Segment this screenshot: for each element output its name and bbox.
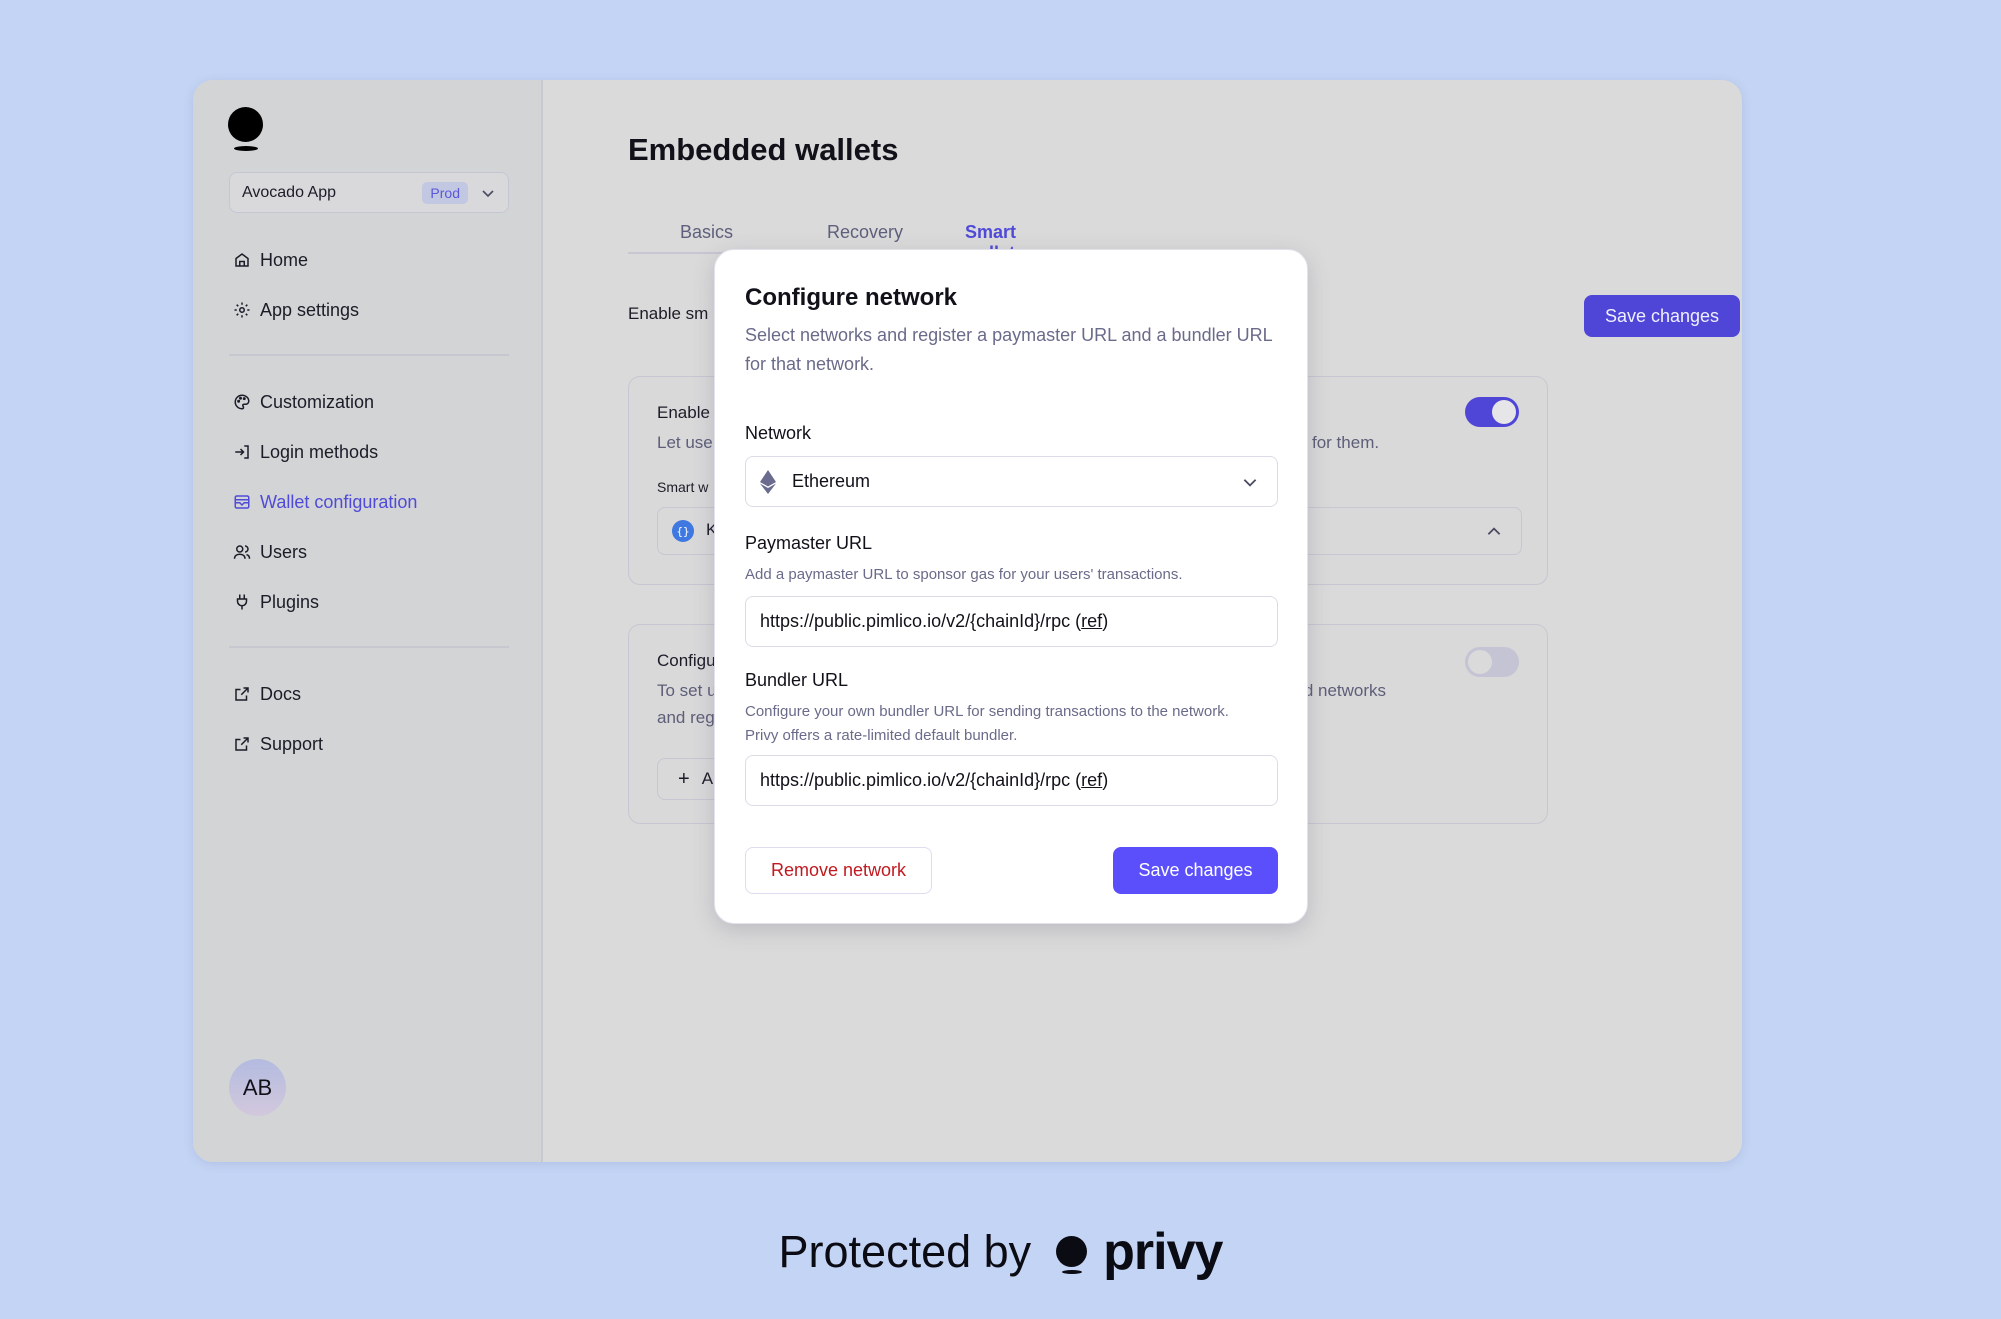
sidebar-item-wallet-configuration[interactable]: Wallet configuration: [233, 487, 417, 517]
network-label: Network: [745, 423, 812, 443]
modal-title: Configure network: [745, 284, 958, 311]
sidebar-divider: [229, 646, 509, 648]
environment-badge: Prod: [422, 181, 468, 204]
sidebar-item-label: Login methods: [260, 441, 379, 462]
smart-wallet-toggle[interactable]: [1465, 397, 1519, 427]
paymaster-url-field[interactable]: https://public.pimlico.io/v2/{chainId}/r…: [745, 596, 1278, 647]
sidebar-item-home[interactable]: Home: [233, 245, 308, 275]
footer-text: Protected by: [778, 1226, 1032, 1277]
sidebar-item-label: Home: [260, 249, 309, 270]
card-description-tail: for them.: [1312, 433, 1380, 452]
bundler-url-field[interactable]: https://public.pimlico.io/v2/{chainId}/r…: [745, 755, 1278, 806]
palette-icon: [234, 394, 250, 410]
bundler-url-suffix: ): [1102, 770, 1109, 790]
enable-smart-wallets-label: Enable sm: [628, 304, 709, 323]
plug-icon: [236, 594, 248, 610]
home-icon: [235, 253, 249, 267]
user-avatar[interactable]: AB: [229, 1059, 286, 1116]
sidebar-item-label: Wallet configuration: [260, 491, 418, 512]
sidebar-item-label: Users: [260, 541, 308, 562]
page-title: Embedded wallets: [628, 132, 899, 167]
svg-text:{}: {}: [676, 525, 689, 538]
sidebar: Avocado App Prod Home App settings Custo…: [193, 80, 543, 1162]
sidebar-item-customization[interactable]: Customization: [233, 387, 374, 417]
modal-description: Select networks and register a paymaster…: [745, 325, 1272, 374]
ethereum-icon: [760, 469, 776, 494]
sidebar-divider: [229, 354, 509, 356]
network-select[interactable]: Ethereum: [745, 456, 1278, 507]
chevron-down-icon: [482, 189, 494, 197]
external-link-icon: [235, 737, 249, 751]
modal-save-changes-button[interactable]: Save changes: [1113, 847, 1278, 894]
sidebar-item-login-methods[interactable]: Login methods: [233, 437, 378, 467]
paymaster-url-help: Add a paymaster URL to sponsor gas for y…: [745, 566, 1183, 583]
sidebar-item-plugins[interactable]: Plugins: [233, 587, 319, 617]
tab-basics[interactable]: Basics: [680, 222, 733, 243]
card-description-line2: and reg: [657, 708, 715, 727]
configure-networks-toggle[interactable]: [1465, 647, 1519, 677]
configure-network-modal: Configure network Select networks and re…: [714, 249, 1308, 924]
sidebar-item-label: Docs: [260, 683, 302, 704]
card-description: To set u: [657, 681, 717, 700]
chevron-up-icon: [1487, 527, 1501, 535]
card-title: Enable: [657, 403, 710, 422]
privy-logo-icon: [228, 107, 264, 153]
gear-icon: [234, 302, 250, 318]
card-description: Let use: [657, 433, 713, 452]
sidebar-item-app-settings[interactable]: App settings: [233, 295, 359, 325]
login-icon: [235, 445, 249, 459]
sidebar-item-label: App settings: [260, 299, 360, 320]
sidebar-item-label: Support: [260, 733, 324, 754]
sidebar-item-docs[interactable]: Docs: [233, 679, 301, 709]
sidebar-item-users[interactable]: Users: [233, 537, 307, 567]
chevron-down-icon: [1243, 478, 1257, 487]
remove-network-button[interactable]: Remove network: [745, 847, 932, 894]
bundler-url-help: Configure your own bundler URL for sendi…: [745, 703, 1229, 744]
privy-logo-icon: [1055, 1230, 1089, 1274]
bundler-ref-link[interactable]: ref: [1081, 770, 1102, 791]
privy-brand: privy: [1103, 1223, 1223, 1281]
sidebar-item-support[interactable]: Support: [233, 729, 323, 759]
app-name: Avocado App: [242, 183, 337, 201]
wallet-icon: [234, 495, 250, 509]
paymaster-url-value: https://public.pimlico.io/v2/{chainId}/r…: [760, 611, 1082, 631]
bundler-url-label: Bundler URL: [745, 670, 849, 690]
sidebar-item-label: Customization: [260, 391, 375, 412]
external-link-icon: [235, 687, 249, 701]
add-network-label: A: [701, 769, 714, 788]
save-changes-button[interactable]: Save changes: [1584, 295, 1740, 337]
protected-by-footer: Protected by privy: [0, 1222, 2001, 1282]
paymaster-url-suffix: ): [1102, 611, 1109, 631]
paymaster-ref-link[interactable]: ref: [1081, 611, 1102, 632]
tab-recovery[interactable]: Recovery: [827, 222, 903, 243]
paymaster-url-label: Paymaster URL: [745, 533, 873, 553]
bundler-url-value: https://public.pimlico.io/v2/{chainId}/r…: [760, 770, 1082, 790]
network-value: Ethereum: [792, 471, 871, 491]
app-selector[interactable]: Avocado App Prod: [229, 172, 509, 213]
smart-wallet-provider-icon: {}: [672, 520, 694, 542]
plus-icon: +: [678, 767, 690, 790]
users-icon: [233, 545, 251, 559]
sidebar-item-label: Plugins: [260, 591, 320, 612]
smart-wallet-type-label: Smart w: [657, 479, 709, 495]
card-title: Configu: [657, 651, 716, 670]
